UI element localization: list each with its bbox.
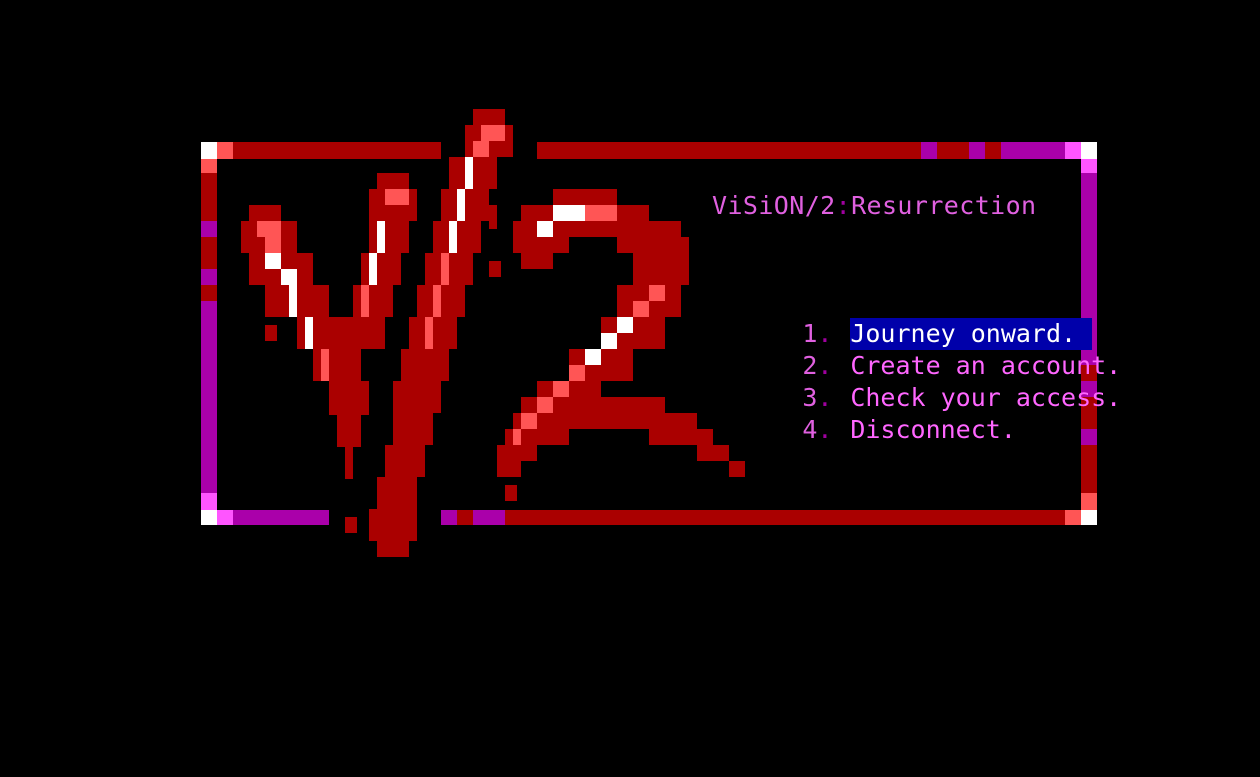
board-title-separator: : xyxy=(835,191,852,220)
menu-item-label: Disconnect. xyxy=(850,415,1016,444)
menu-item-number-value: 4 xyxy=(802,415,818,444)
main-menu: 1. Journey onward. 2. Create an account. 3… xyxy=(712,286,1137,444)
logo-numeral-2 xyxy=(497,189,745,501)
menu-item-number-dot: . xyxy=(817,415,833,444)
board-title-subtitle: Resurrection xyxy=(851,191,1037,220)
menu-item-create-account[interactable]: 2. Create an account. xyxy=(712,318,1137,380)
menu-item-journey-onward[interactable]: 1. Journey onward. xyxy=(712,286,1137,350)
bbs-screen: ViSiON/2:Resurrection 1. Journey onward. … xyxy=(0,0,1260,777)
board-title: ViSiON/2:Resurrection xyxy=(712,190,1037,222)
logo-v-left-stroke xyxy=(241,205,369,533)
logo-v-right-stroke xyxy=(345,173,417,349)
menu-item-disconnect[interactable]: 4. Disconnect. xyxy=(712,382,1137,444)
menu-item-number: 4. xyxy=(802,414,850,446)
board-title-name: ViSiON/2 xyxy=(712,191,836,220)
menu-item-check-access[interactable]: 3. Check your access. xyxy=(712,350,1137,412)
